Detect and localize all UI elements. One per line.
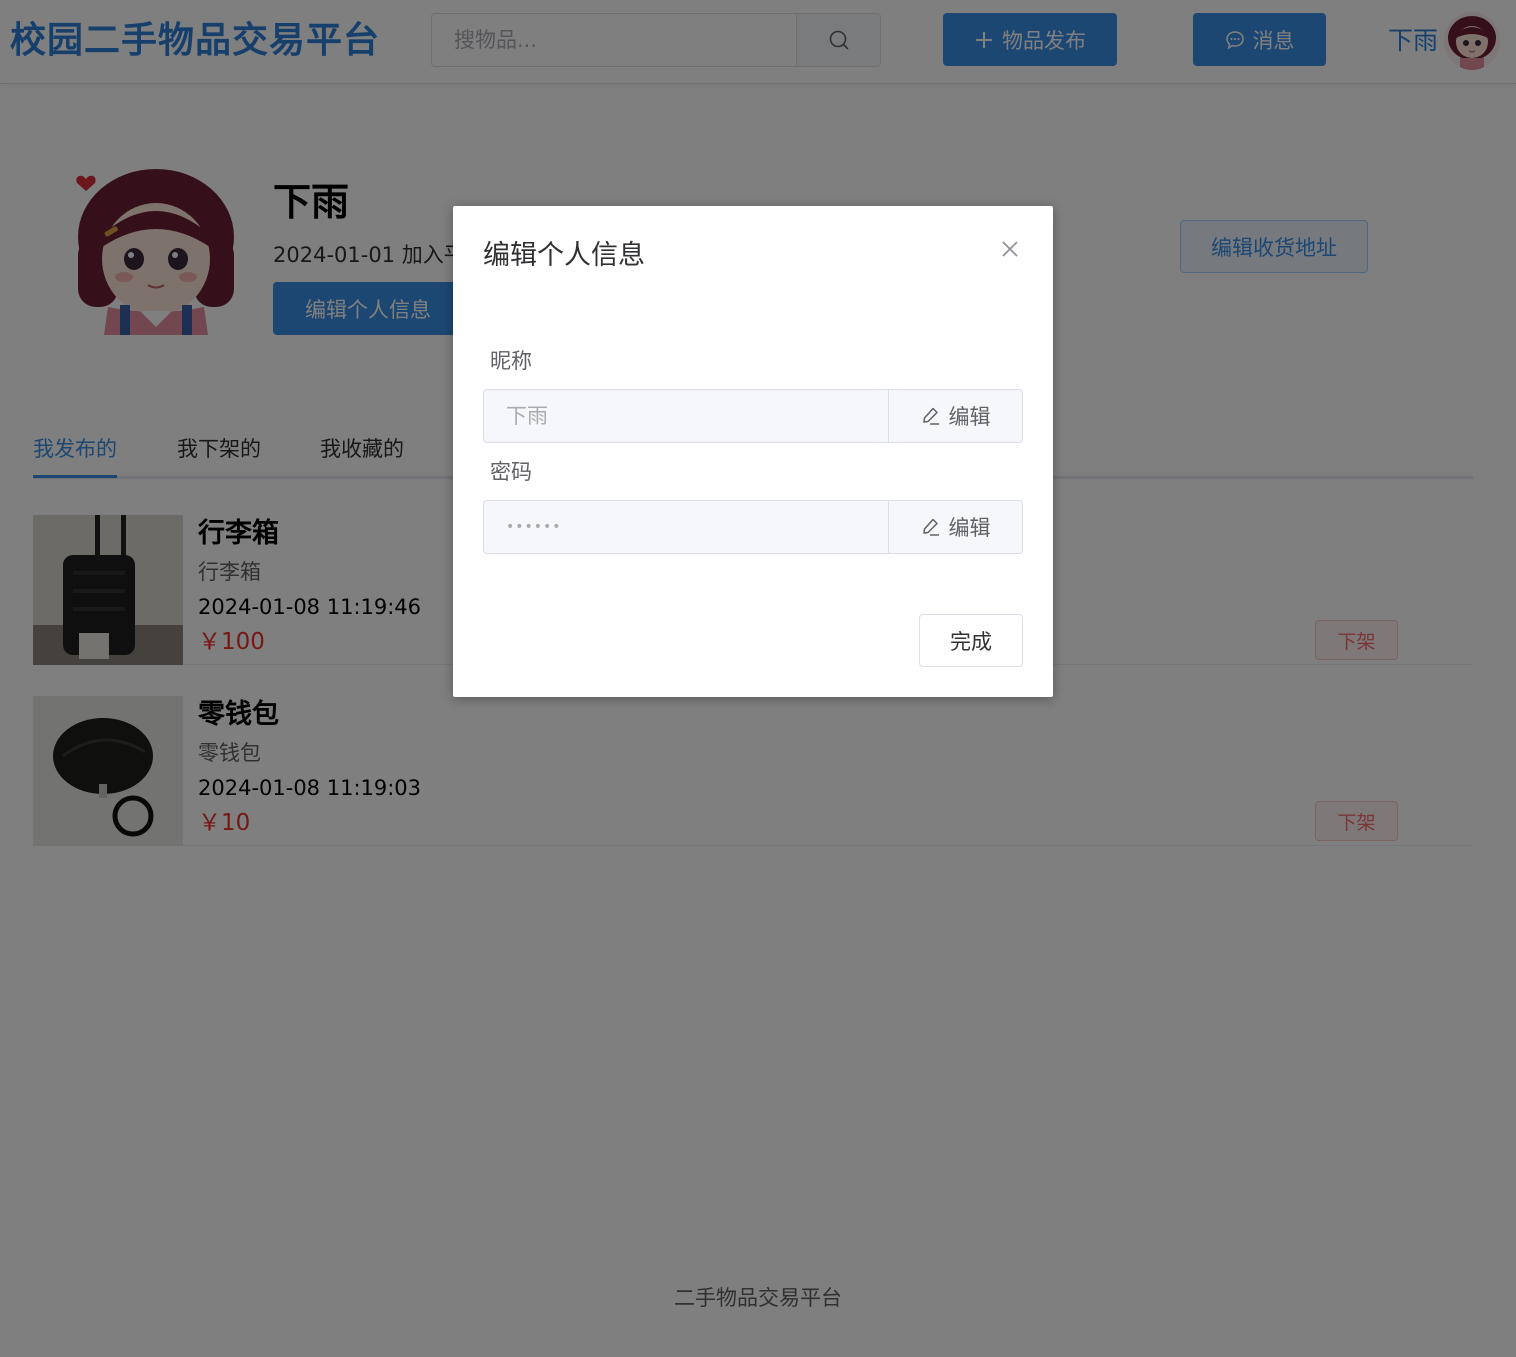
edit-nickname-button[interactable]: 编辑 (888, 390, 1022, 442)
edit-pencil-icon (922, 407, 939, 425)
edit-profile-dialog: 编辑个人信息 昵称 编辑 密码 (453, 206, 1053, 697)
password-field: 编辑 (483, 500, 1023, 554)
nickname-input[interactable] (484, 390, 888, 442)
password-label: 密码 (490, 460, 532, 484)
edit-label: 编辑 (948, 405, 991, 429)
password-input[interactable] (484, 501, 888, 553)
dialog-title: 编辑个人信息 (483, 240, 645, 271)
close-icon (1002, 241, 1018, 257)
done-button[interactable]: 完成 (919, 614, 1023, 667)
edit-password-button[interactable]: 编辑 (888, 501, 1022, 553)
nickname-label: 昵称 (490, 349, 532, 373)
nickname-field: 编辑 (483, 389, 1023, 443)
edit-pencil-icon (922, 518, 939, 536)
edit-label: 编辑 (948, 516, 991, 540)
page: 校园二手物品交易平台 物品发布 消 (0, 0, 1516, 1357)
close-button[interactable] (999, 238, 1021, 260)
